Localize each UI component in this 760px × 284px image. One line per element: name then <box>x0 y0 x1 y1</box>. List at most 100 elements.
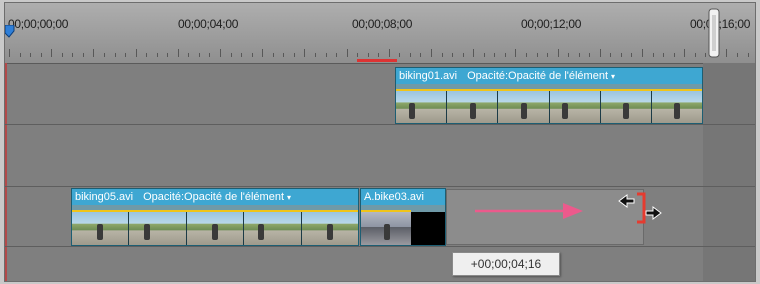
ruler-tick <box>673 53 675 57</box>
clip-thumbnails <box>361 212 411 245</box>
ruler-tick <box>504 53 506 57</box>
ruler-tick <box>663 53 665 57</box>
ruler-tick <box>262 49 264 57</box>
ruler-ticks <box>5 47 755 57</box>
effect-dropdown-icon[interactable]: ▾ <box>287 190 291 205</box>
ruler-tick <box>114 53 116 57</box>
thumbnail <box>243 212 301 245</box>
ruler-tick <box>230 53 232 57</box>
track-divider <box>5 124 755 125</box>
ruler-tick <box>610 53 612 57</box>
ruler-tick <box>272 53 274 57</box>
effect-dropdown-icon[interactable]: ▾ <box>611 69 615 84</box>
work-area-bar[interactable] <box>357 59 397 62</box>
ruler-tick <box>452 53 454 57</box>
ruler-tick <box>220 49 221 57</box>
ruler-tick <box>367 53 369 57</box>
ruler-tick <box>82 53 84 57</box>
trim-cursor-icon <box>618 192 662 224</box>
ruler-tick <box>336 53 338 57</box>
thumbnail <box>128 212 186 245</box>
clip-black-frame <box>411 212 445 245</box>
ruler-tick <box>325 53 327 57</box>
ruler-tick <box>146 53 148 57</box>
clip-biking05[interactable]: biking05.avi Opacité:Opacité de l'élément… <box>71 188 359 246</box>
track-divider <box>5 246 755 247</box>
ruler-tick <box>525 53 527 57</box>
ruler-tick <box>420 53 422 57</box>
ruler-tick <box>568 53 570 57</box>
clip-header[interactable]: biking05.avi Opacité:Opacité de l'élément… <box>72 189 358 205</box>
time-ruler[interactable]: 00;00;00;00 00;00;04;00 00;00;08;00 00;0… <box>5 3 755 64</box>
clip-header[interactable]: biking01.avi Opacité:Opacité de l'élément… <box>396 68 702 84</box>
thumbnail <box>300 212 359 245</box>
ruler-tick <box>9 49 10 57</box>
ruler-tick <box>631 53 633 57</box>
ruler-tick <box>357 53 359 57</box>
ruler-tick <box>346 49 348 57</box>
clip-effect: Opacité:Opacité de l'élément <box>143 191 284 203</box>
ruler-tick <box>652 53 654 57</box>
ruler-tick <box>198 53 200 57</box>
ruler-tick <box>483 53 485 57</box>
track-divider <box>5 186 755 187</box>
drag-direction-arrow-icon <box>475 203 583 219</box>
ruler-tick <box>431 49 432 57</box>
clip-effect: Opacité:Opacité de l'élément <box>467 70 608 82</box>
ruler-tick <box>388 49 390 57</box>
ruler-tick <box>536 53 538 57</box>
thumbnail <box>185 212 244 245</box>
ruler-tick <box>40 53 42 57</box>
ruler-tick <box>156 53 158 57</box>
ruler-tick <box>135 49 137 57</box>
ruler-tick <box>589 53 591 57</box>
thumbnail <box>650 91 703 123</box>
ruler-tick <box>167 53 169 57</box>
playhead-icon[interactable] <box>5 25 15 39</box>
ruler-tick <box>241 53 243 57</box>
ruler-tick <box>494 53 496 57</box>
ruler-label-8: 00;00;08;00 <box>352 17 413 31</box>
ruler-tick <box>578 53 580 57</box>
clip-header[interactable]: A.bike03.avi <box>361 189 445 205</box>
timeline-panel: 00;00;00;00 00;00;04;00 00;00;08;00 00;0… <box>4 2 756 282</box>
ruler-tick <box>304 49 306 57</box>
ruler-tick <box>705 53 707 57</box>
ruler-tick <box>694 53 696 57</box>
ruler-tick <box>747 53 749 57</box>
sequence-end-handle[interactable] <box>708 7 720 59</box>
ruler-tick <box>684 49 686 57</box>
clip-bike03[interactable]: A.bike03.avi <box>360 188 446 246</box>
outside-sequence-area <box>703 63 755 281</box>
clip-name: biking05.avi <box>75 191 134 203</box>
ruler-tick <box>378 53 380 57</box>
thumbnail <box>446 91 498 123</box>
clip-thumbnails <box>396 91 703 123</box>
ruler-tick <box>399 53 401 57</box>
thumbnail <box>599 91 651 123</box>
ruler-tick <box>462 53 464 57</box>
ruler-tick <box>599 49 601 57</box>
trim-offset-tooltip: +00;00;04;16 <box>452 252 560 276</box>
ruler-tick <box>30 53 32 57</box>
app-frame: 00;00;00;00 00;00;04;00 00;00;08;00 00;0… <box>0 0 760 284</box>
ruler-tick <box>515 49 517 57</box>
ruler-tick <box>473 49 475 57</box>
ruler-tick <box>177 49 179 57</box>
clip-name: biking01.avi <box>399 70 458 82</box>
thumbnail <box>361 212 411 245</box>
ruler-tick <box>93 49 95 57</box>
ruler-tick <box>283 53 285 57</box>
thumbnail <box>548 91 600 123</box>
ruler-tick <box>736 53 738 57</box>
clip-biking01[interactable]: biking01.avi Opacité:Opacité de l'élément… <box>395 67 703 124</box>
timeline-left-edge <box>5 63 7 281</box>
ruler-tick <box>642 49 643 57</box>
ruler-tick <box>19 53 21 57</box>
thumbnail <box>497 91 549 123</box>
ruler-tick <box>125 53 127 57</box>
ruler-tick <box>188 53 190 57</box>
ruler-tick <box>251 53 253 57</box>
ruler-tick <box>103 53 105 57</box>
ruler-label-4: 00;00;04;00 <box>178 17 239 31</box>
